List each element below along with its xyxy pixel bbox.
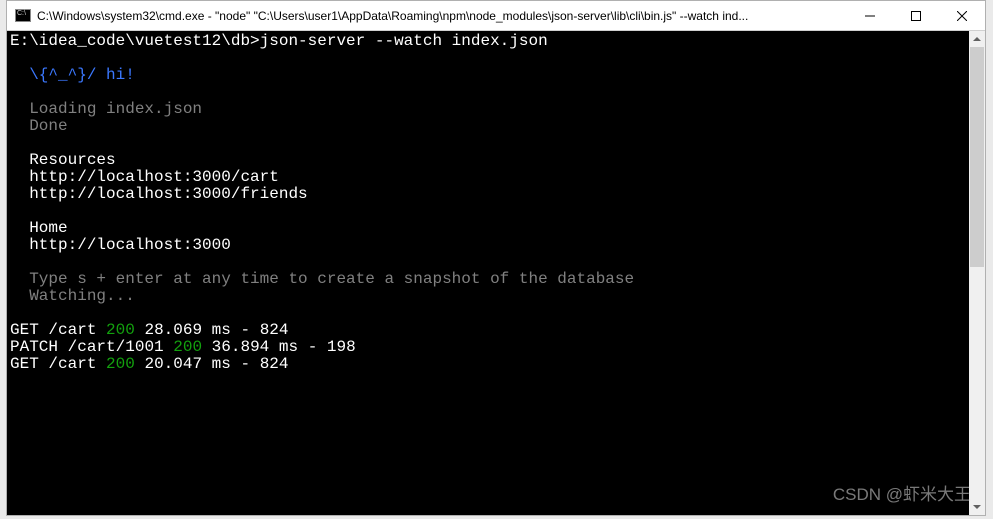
log-line: GET /cart 200 28.069 ms - 824 [10, 321, 289, 339]
home-url: http://localhost:3000 [10, 236, 231, 254]
log-line: PATCH /cart/1001 200 36.894 ms - 198 [10, 338, 356, 356]
tip-line: Type s + enter at any time to create a s… [10, 270, 634, 288]
titlebar[interactable]: C:\Windows\system32\cmd.exe - "node" "C:… [7, 1, 985, 31]
log-line: GET /cart 200 20.047 ms - 824 [10, 355, 289, 373]
cmd-icon [15, 9, 31, 22]
scroll-down-button[interactable] [969, 499, 985, 515]
vertical-scrollbar[interactable] [969, 31, 985, 515]
resource-url: http://localhost:3000/cart [10, 168, 279, 186]
window-title: C:\Windows\system32\cmd.exe - "node" "C:… [37, 9, 847, 23]
cmd-window: C:\Windows\system32\cmd.exe - "node" "C:… [6, 0, 986, 516]
terminal-output[interactable]: E:\idea_code\vuetest12\db>json-server --… [7, 31, 969, 515]
watching-line: Watching... [10, 287, 135, 305]
home-header: Home [10, 219, 68, 237]
close-button[interactable] [939, 1, 985, 30]
command-text: json-server --watch index.json [260, 32, 548, 50]
scrollbar-thumb[interactable] [970, 47, 984, 267]
maximize-button[interactable] [893, 1, 939, 30]
resource-url: http://localhost:3000/friends [10, 185, 308, 203]
loading-line: Loading index.json [10, 100, 202, 118]
scroll-up-button[interactable] [969, 31, 985, 47]
window-controls [847, 1, 985, 30]
done-line: Done [10, 117, 68, 135]
prompt-path: E:\idea_code\vuetest12\db> [10, 32, 260, 50]
hi-line: \{^_^}/ hi! [10, 66, 135, 84]
resources-header: Resources [10, 151, 116, 169]
scrollbar-track[interactable] [969, 47, 985, 499]
minimize-button[interactable] [847, 1, 893, 30]
